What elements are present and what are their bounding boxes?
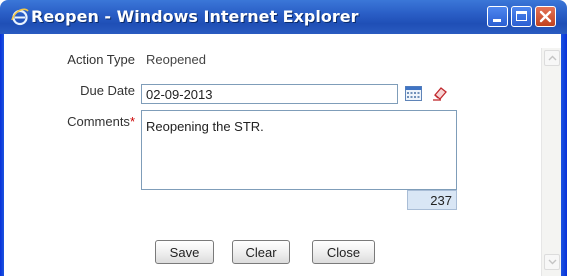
maximize-icon [516, 11, 527, 21]
save-button[interactable]: Save [155, 240, 214, 264]
window-frame-left [0, 34, 4, 276]
ie-icon [11, 8, 29, 26]
required-marker: * [129, 114, 135, 129]
clear-date-icon[interactable] [432, 85, 448, 101]
close-window-button[interactable] [535, 6, 556, 27]
calendar-icon[interactable] [405, 86, 422, 101]
comments-label-wrap: Comments* [44, 114, 135, 129]
minimize-button[interactable] [487, 6, 508, 27]
scroll-up-button[interactable] [544, 50, 560, 66]
chevron-down-icon [548, 259, 557, 265]
title-bar[interactable]: Reopen - Windows Internet Explorer [0, 0, 567, 34]
minimize-icon [493, 19, 501, 22]
window-title: Reopen - Windows Internet Explorer [31, 7, 359, 26]
vertical-scrollbar[interactable] [541, 48, 561, 276]
chevron-up-icon [548, 55, 557, 61]
due-date-label: Due Date [80, 83, 135, 98]
due-date-input[interactable] [141, 84, 398, 104]
close-button[interactable]: Close [312, 240, 375, 264]
close-icon [539, 10, 552, 23]
action-type-label: Action Type [67, 52, 135, 67]
action-type-value: Reopened [146, 52, 206, 67]
comments-textarea[interactable]: Reopening the STR. [141, 110, 457, 190]
remaining-characters-count: 237 [407, 190, 457, 210]
scroll-down-button[interactable] [544, 254, 560, 270]
clear-button[interactable]: Clear [232, 240, 290, 264]
reopen-window: Reopen - Windows Internet Explorer Actio… [0, 0, 567, 276]
comments-label: Comments [67, 114, 130, 129]
window-frame-right [561, 34, 567, 276]
maximize-button[interactable] [511, 6, 532, 27]
